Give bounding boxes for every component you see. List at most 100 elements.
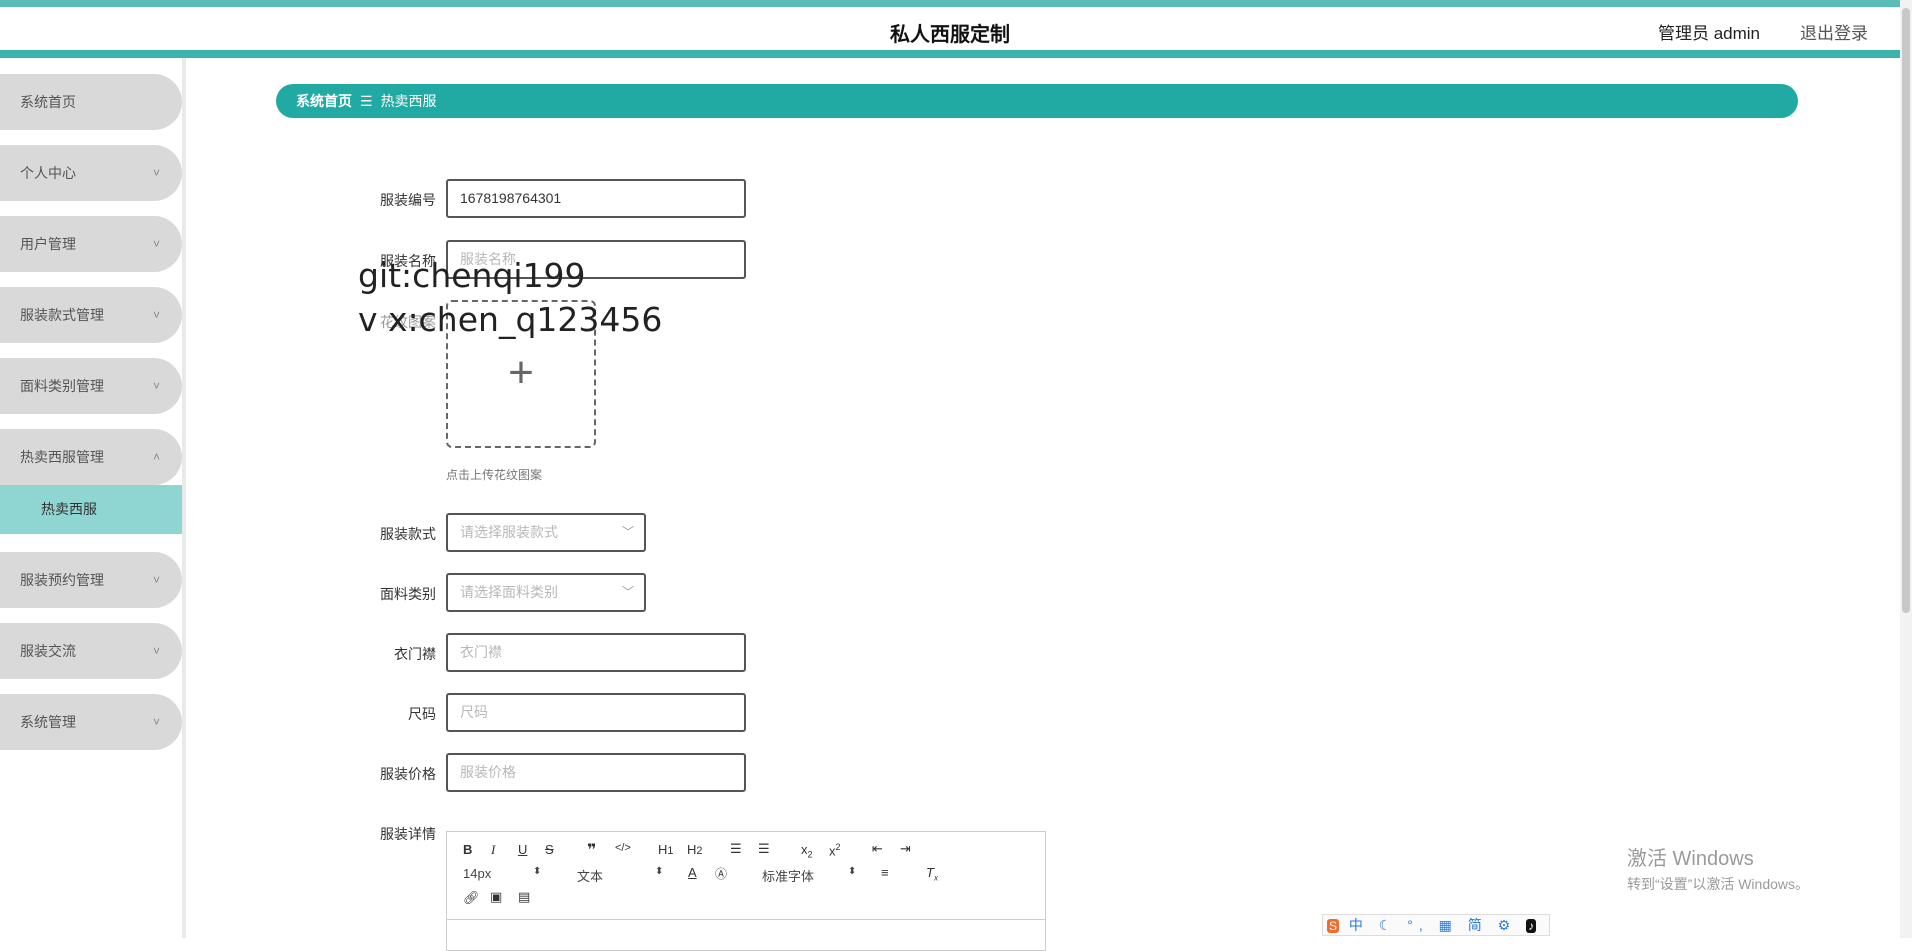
style-select-placeholder: 请选择服装款式 — [460, 524, 558, 540]
subscript-icon[interactable]: x2 — [801, 842, 813, 860]
video-icon[interactable]: ▤ — [518, 889, 530, 905]
price-field[interactable]: 服装价格 — [446, 753, 746, 792]
chevron-down-icon: ˅ — [152, 379, 160, 393]
chevron-down-icon: ˅ — [152, 166, 160, 180]
app-title: 私人西服定制 — [890, 24, 1010, 46]
chevron-down-icon: ˅ — [152, 573, 160, 587]
upload-hint: 点击上传花纹图案 — [446, 468, 543, 482]
activation-subtitle: 转到“设置”以激活 Windows。 — [1627, 876, 1810, 892]
chevron-down-icon: ˅ — [152, 715, 160, 729]
select-arrows-icon: ⬍ — [655, 866, 664, 877]
sidebar-item-appointments[interactable]: 服装预约管理 ˅ — [0, 552, 182, 608]
sidebar-item-profile[interactable]: 个人中心 ˅ — [0, 145, 182, 201]
watermark-line-1: git:chenqi199 — [358, 256, 586, 295]
code-field[interactable]: 1678198764301 — [446, 179, 746, 218]
code-label: 服装编号 — [380, 192, 436, 208]
bullet-list-icon[interactable]: ☰ — [758, 841, 770, 857]
sidebar-item-label: 个人中心 — [20, 165, 76, 181]
sidebar: 系统首页 个人中心 ˅ 用户管理 ˅ 服装款式管理 ˅ 面料类别管理 ˅ 热卖西… — [0, 58, 186, 938]
ordered-list-icon[interactable]: ☰ — [730, 841, 742, 857]
underline-icon[interactable]: U — [518, 842, 527, 857]
font-size-value: 14px — [463, 866, 492, 881]
image-icon[interactable]: ▣ — [490, 889, 502, 905]
text-type-value: 文本 — [577, 869, 604, 884]
font-family-select[interactable]: 标准字体 ⬍ — [762, 866, 856, 885]
activation-title: 激活 Windows — [1627, 848, 1754, 870]
clear-format-icon[interactable]: Tx — [926, 865, 938, 883]
sidebar-item-label: 系统管理 — [20, 714, 76, 730]
chevron-up-icon: ˄ — [152, 450, 160, 464]
chevron-down-icon: ﹀ — [621, 585, 634, 599]
font-color-icon[interactable]: A — [688, 865, 697, 880]
italic-icon[interactable]: I — [491, 842, 495, 858]
chevron-down-icon: ˅ — [152, 237, 160, 251]
ime-status-icons[interactable]: 中 ☾ °, ▦ 简 ⚙ — [1349, 917, 1516, 933]
sidebar-item-label: 服装款式管理 — [20, 307, 104, 323]
watermark-line-2: v x:chen_q123456 — [358, 300, 663, 339]
sidebar-item-hot-suits[interactable]: 热卖西服管理 ˄ — [0, 429, 182, 485]
sidebar-item-home[interactable]: 系统首页 — [0, 74, 182, 130]
breadcrumb-separator-icon: ☰ — [360, 93, 373, 109]
fabric-label: 面料类别 — [380, 586, 436, 602]
sidebar-subitem-hot-suits[interactable]: 热卖西服 — [0, 485, 182, 534]
windows-activation-notice: 激活 Windows 转到“设置”以激活 Windows。 — [1627, 842, 1809, 894]
outdent-icon[interactable]: ⇤ — [872, 841, 883, 857]
app-header: 私人西服定制 管理员 admin 退出登录 — [0, 7, 1900, 51]
page-scrollbar[interactable] — [1900, 0, 1912, 938]
logout-link[interactable]: 退出登录 — [1800, 19, 1868, 44]
select-arrows-icon: ⬍ — [533, 866, 542, 877]
heading-2-icon[interactable]: H2 — [687, 842, 702, 857]
sidebar-item-forum[interactable]: 服装交流 ˅ — [0, 623, 182, 679]
sogou-logo-icon[interactable]: S — [1327, 919, 1340, 933]
background-color-icon[interactable]: Ⓐ — [715, 865, 727, 882]
chevron-down-icon: ˅ — [152, 308, 160, 322]
placket-field[interactable]: 衣门襟 — [446, 633, 746, 672]
price-label: 服装价格 — [380, 766, 436, 782]
sidebar-item-styles[interactable]: 服装款式管理 ˅ — [0, 287, 182, 343]
size-label: 尺码 — [408, 706, 436, 722]
indent-icon[interactable]: ⇥ — [900, 841, 911, 857]
sidebar-subitem-label: 热卖西服 — [41, 501, 97, 517]
select-arrows-icon: ⬍ — [848, 866, 857, 877]
style-select[interactable]: 请选择服装款式 ﹀ — [446, 513, 646, 552]
align-icon[interactable]: ≡ — [881, 865, 889, 880]
chevron-down-icon: ﹀ — [621, 525, 634, 539]
placket-label: 衣门襟 — [394, 646, 436, 662]
font-family-value: 标准字体 — [762, 869, 815, 884]
sidebar-item-label: 系统首页 — [20, 94, 76, 110]
chevron-down-icon: ˅ — [152, 644, 160, 658]
sidebar-item-label: 用户管理 — [20, 236, 76, 252]
editor-toolbar: B I U S ❞ </> H1 H2 ☰ ☰ x2 x2 ⇤ ⇥ 14px ⬍ … — [447, 832, 1045, 920]
sidebar-item-label: 服装预约管理 — [20, 572, 104, 588]
scrollbar-thumb[interactable] — [1902, 8, 1910, 613]
breadcrumb: 系统首页 ☰ 热卖西服 — [276, 84, 1798, 118]
ime-toolbar[interactable]: S 中 ☾ °, ▦ 简 ⚙ ♪ — [1322, 914, 1550, 936]
superscript-icon[interactable]: x2 — [829, 842, 841, 858]
heading-1-icon[interactable]: H1 — [658, 842, 673, 857]
sidebar-item-label: 服装交流 — [20, 643, 76, 659]
sidebar-item-label: 面料类别管理 — [20, 378, 104, 394]
sidebar-item-fabrics[interactable]: 面料类别管理 ˅ — [0, 358, 182, 414]
header-bottom-bar — [0, 50, 1900, 58]
fabric-select[interactable]: 请选择面料类别 ﹀ — [446, 573, 646, 612]
breadcrumb-home-link[interactable]: 系统首页 — [296, 93, 352, 109]
detail-label: 服装详情 — [380, 826, 436, 842]
breadcrumb-current: 热卖西服 — [380, 93, 437, 109]
strikethrough-icon[interactable]: S — [545, 842, 554, 857]
rich-text-editor[interactable]: B I U S ❞ </> H1 H2 ☰ ☰ x2 x2 ⇤ ⇥ 14px ⬍ … — [446, 831, 1046, 951]
top-accent-stripe — [0, 0, 1900, 7]
admin-user-label: 管理员 admin — [1657, 24, 1760, 43]
quote-icon[interactable]: ❞ — [587, 840, 596, 860]
fabric-select-placeholder: 请选择面料类别 — [460, 584, 558, 600]
bold-icon[interactable]: B — [463, 842, 472, 857]
link-icon[interactable]: 🔗︎ — [463, 890, 480, 906]
size-field[interactable]: 尺码 — [446, 693, 746, 732]
sidebar-item-label: 热卖西服管理 — [20, 449, 104, 465]
style-label: 服装款式 — [380, 526, 436, 542]
tiktok-icon[interactable]: ♪ — [1526, 919, 1537, 933]
sidebar-item-users[interactable]: 用户管理 ˅ — [0, 216, 182, 272]
sidebar-item-system[interactable]: 系统管理 ˅ — [0, 694, 182, 750]
font-size-select[interactable]: 14px ⬍ — [463, 866, 541, 881]
text-type-select[interactable]: 文本 ⬍ — [577, 866, 663, 885]
code-block-icon[interactable]: </> — [615, 842, 631, 854]
